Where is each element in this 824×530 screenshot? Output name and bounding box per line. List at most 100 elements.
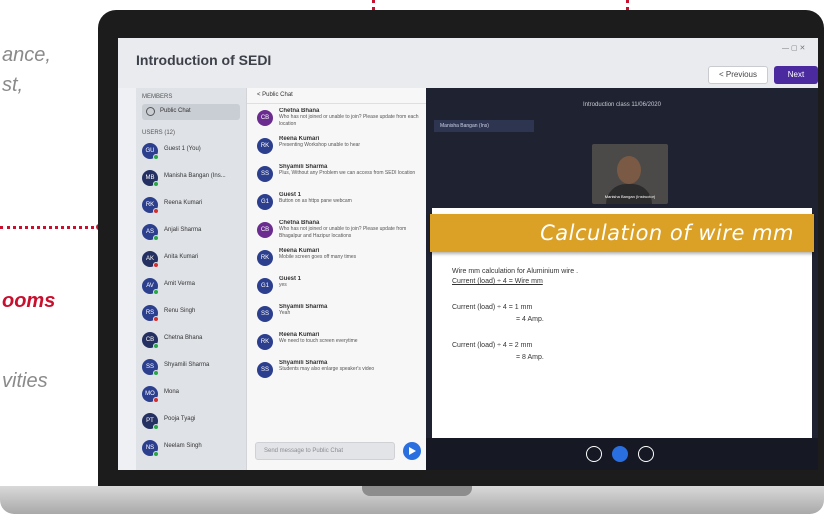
message-text: Who has not joined or unable to join? Pl… (279, 114, 419, 127)
presenter-head (617, 156, 641, 184)
message-text: Plus, Without any Problem we can access … (279, 170, 416, 176)
user-list: GU Guest 1 (You) MB Manisha Bangan (Ins... R… (136, 141, 246, 462)
status-dot (153, 316, 159, 322)
presentation-area: Introduction class 11/06/2020 Manisha Ba… (426, 88, 818, 470)
chat-icon (146, 107, 155, 116)
user-list-item[interactable]: MO Mona (142, 384, 240, 408)
user-list-item[interactable]: AV Amit Verma (142, 276, 240, 300)
user-list-item[interactable]: RS Renu Singh (142, 303, 240, 327)
avatar: RK (257, 138, 273, 154)
user-name: Chetna Bhana (164, 335, 203, 341)
side-text-1: ance, (2, 44, 51, 66)
slide-line-1: Wire mm calculation for Aluminium wire . (452, 268, 579, 275)
chat-message: SS Shyamili Sharma Yeah (251, 304, 422, 328)
slide-line-2: Current (load) ÷ 4 = Wire mm (452, 278, 543, 285)
user-list-item[interactable]: PT Pooja Tyagi (142, 411, 240, 435)
user-list-item[interactable]: RK Reena Kumari (142, 195, 240, 219)
status-dot (153, 451, 159, 457)
user-name: Guest 1 (You) (164, 146, 201, 152)
camera-icon[interactable] (638, 446, 654, 462)
user-name: Renu Singh (164, 308, 196, 314)
message-text: Mobile screen goes off many times (279, 254, 357, 260)
user-name: Pooja Tyagi (164, 416, 196, 422)
microphone-icon[interactable] (586, 446, 602, 462)
avatar: SS (257, 166, 273, 182)
video-name-label: Manisha Bangan (Instructor) (604, 194, 656, 199)
participants-panel: Members Public Chat Users (12) GU Guest 1… (136, 88, 246, 470)
chat-message: SS Shyamili Sharma Plus, Without any Probl… (251, 164, 422, 188)
user-list-item[interactable]: AS Anjali Sharma (142, 222, 240, 246)
chat-message: RK Reena Kumari Mobile screen goes off man… (251, 248, 422, 272)
avatar: G1 (257, 278, 273, 294)
status-dot (153, 370, 159, 376)
status-dot (153, 424, 159, 430)
status-dot (153, 262, 159, 268)
previous-button[interactable]: < Previous (708, 66, 768, 84)
chat-message: RK Reena Kumari We need to touch screen ev… (251, 332, 422, 356)
status-dot (153, 208, 159, 214)
laptop-notch (362, 486, 472, 496)
message-text: Who has not joined or unable to join? Pl… (279, 226, 407, 239)
user-name: Reena Kumari (164, 200, 203, 206)
call-controls (426, 438, 818, 470)
participants-header: Members (142, 94, 173, 100)
message-text: Students may also enlarge speaker's vide… (279, 366, 375, 372)
user-list-item[interactable]: AK Anita Kumari (142, 249, 240, 273)
message-text: yes (279, 282, 287, 288)
avatar: SS (257, 362, 273, 378)
chat-panel: < Public Chat CB Chetna Bhana Who has not … (246, 88, 426, 470)
avatar: G1 (257, 194, 273, 210)
avatar: CB (257, 110, 273, 126)
user-list-item[interactable]: MB Manisha Bangan (Ins... (142, 168, 240, 192)
user-name: Anita Kumari (164, 254, 199, 260)
window-controls-icon[interactable]: — ▢ ✕ (782, 44, 805, 52)
chat-message: RK Reena Kumari Presenting Workshop unable… (251, 136, 422, 160)
marketing-stage: ance, st, ooms vities Introduction of SE… (0, 0, 824, 530)
chat-message: CB Chetna Bhana Who has not joined or unab… (251, 220, 422, 244)
user-list-item[interactable]: NS Neelam Singh (142, 438, 240, 462)
phone-icon[interactable] (612, 446, 628, 462)
laptop-screen: Introduction of SEDI — ▢ ✕ < Previous Ne… (118, 38, 818, 470)
webcam-video[interactable]: Manisha Bangan (Instructor) (592, 144, 668, 204)
next-button[interactable]: Next (774, 66, 818, 84)
user-name: Manisha Bangan (Ins... (164, 173, 226, 179)
slide-line-4: = 4 Amp. (516, 316, 544, 323)
presenter-tag: Manisha Bangan (Ins) (434, 120, 534, 132)
avatar: CB (257, 222, 273, 238)
user-name: Shyamili Sharma (164, 362, 210, 368)
side-text-2: st, (2, 74, 24, 96)
chat-message: G1 Guest 1 yes (251, 276, 422, 300)
public-chat-label: Public Chat (160, 108, 191, 114)
session-info: Introduction class 11/06/2020 (583, 102, 661, 108)
connector-line-left (0, 226, 100, 229)
status-dot (153, 154, 159, 160)
avatar: RK (257, 250, 273, 266)
user-list-item[interactable]: GU Guest 1 (You) (142, 141, 240, 165)
users-section-label: Users (12) (142, 130, 176, 136)
user-name: Amit Verma (164, 281, 196, 287)
status-dot (153, 343, 159, 349)
chat-header[interactable]: < Public Chat (247, 88, 426, 104)
user-list-item[interactable]: CB Chetna Bhana (142, 330, 240, 354)
user-name: Mona (164, 389, 180, 395)
chat-message: G1 Guest 1 Button on as https pane webcam (251, 192, 422, 216)
slide-title: Calculation of wire mm (430, 214, 814, 252)
public-chat-button[interactable]: Public Chat (142, 104, 240, 120)
connector-line-top-2 (626, 0, 629, 10)
chat-message: CB Chetna Bhana Who has not joined or unab… (251, 108, 422, 132)
slide-line-3: Current (load) ÷ 4 = 1 mm (452, 304, 533, 311)
message-text: Button on as https pane webcam (279, 198, 352, 204)
connector-line-top-1 (372, 0, 375, 10)
status-dot (153, 181, 159, 187)
status-dot (153, 235, 159, 241)
side-text-4: vities (2, 370, 48, 392)
message-text: Presenting Workshop unable to hear (279, 142, 361, 148)
slide-line-5: Current (load) ÷ 4 = 2 mm (452, 342, 533, 349)
chat-message-input[interactable]: Send message to Public Chat (255, 442, 395, 460)
slide-line-6: = 8 Amp. (516, 354, 544, 361)
user-name: Neelam Singh (164, 443, 202, 449)
send-icon[interactable] (403, 442, 421, 460)
user-list-item[interactable]: SS Shyamili Sharma (142, 357, 240, 381)
chat-messages: CB Chetna Bhana Who has not joined or unab… (247, 108, 426, 384)
side-text-3: ooms (2, 290, 56, 312)
